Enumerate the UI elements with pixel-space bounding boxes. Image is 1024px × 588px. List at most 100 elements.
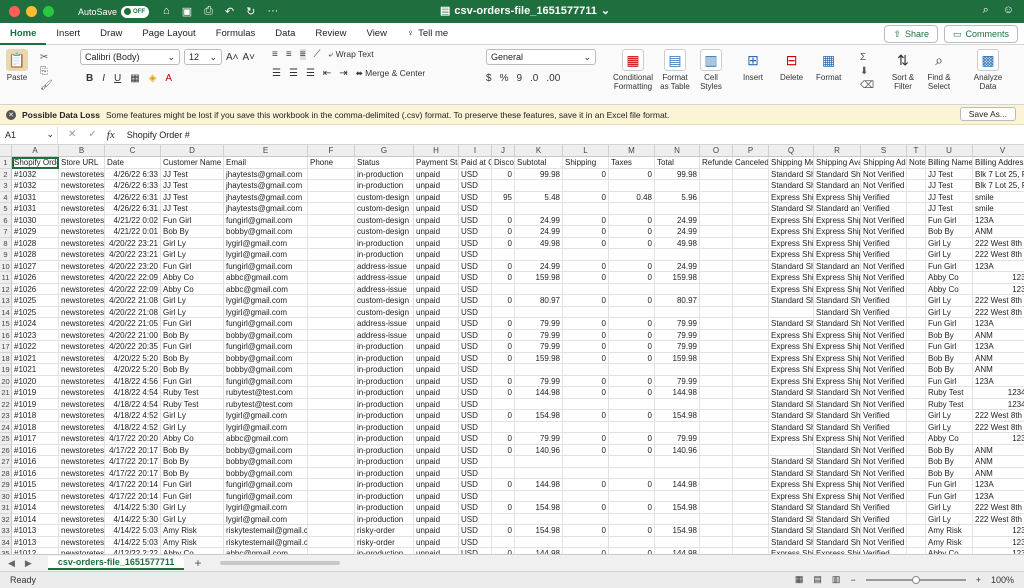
table-cell[interactable] bbox=[563, 180, 609, 192]
table-cell[interactable]: 0 bbox=[492, 237, 515, 249]
minimize-window-button[interactable] bbox=[26, 6, 37, 17]
table-cell[interactable] bbox=[308, 249, 355, 261]
table-cell[interactable]: 0 bbox=[609, 226, 655, 238]
table-cell[interactable]: Amy Risk bbox=[926, 525, 973, 537]
zoom-in-icon[interactable]: + bbox=[976, 575, 981, 585]
next-sheet-icon[interactable]: ▶ bbox=[25, 558, 32, 569]
table-cell[interactable]: 0 bbox=[609, 410, 655, 422]
table-cell[interactable]: #1031 bbox=[12, 191, 59, 203]
table-cell[interactable]: newstoretes bbox=[59, 341, 105, 353]
table-cell[interactable]: #1028 bbox=[12, 237, 59, 249]
table-cell[interactable]: Not Verified bbox=[861, 226, 907, 238]
table-cell[interactable]: 154.98 bbox=[655, 502, 700, 514]
table-cell[interactable]: in-production bbox=[355, 168, 414, 180]
table-cell[interactable]: newstoretes bbox=[59, 352, 105, 364]
table-cell[interactable]: Fun Girl bbox=[161, 214, 224, 226]
table-cell[interactable] bbox=[733, 433, 769, 445]
table-cell[interactable]: Standard Shi bbox=[769, 513, 814, 525]
table-cell[interactable]: in-production bbox=[355, 479, 414, 491]
table-cell[interactable]: Not Verified bbox=[861, 352, 907, 364]
table-cell[interactable]: risky-order bbox=[355, 525, 414, 537]
table-cell[interactable]: JJ Test bbox=[926, 191, 973, 203]
table-cell[interactable]: 159.98 bbox=[655, 272, 700, 284]
table-cell[interactable] bbox=[700, 168, 733, 180]
table-cell[interactable]: Verified bbox=[861, 306, 907, 318]
table-cell[interactable]: lygirl@gmail.com bbox=[224, 295, 308, 307]
table-cell[interactable] bbox=[700, 502, 733, 514]
table-cell[interactable]: Standard Shi bbox=[814, 387, 861, 399]
table-cell[interactable]: Not Verified bbox=[861, 168, 907, 180]
table-cell[interactable] bbox=[907, 341, 926, 353]
cut-icon[interactable]: ✂ bbox=[40, 51, 53, 65]
table-cell[interactable]: 79.99 bbox=[655, 433, 700, 445]
table-cell[interactable]: newstoretes bbox=[59, 283, 105, 295]
table-cell[interactable]: Abby Co bbox=[161, 272, 224, 284]
table-cell[interactable]: 0 bbox=[609, 295, 655, 307]
row-header[interactable]: 20 bbox=[0, 375, 12, 387]
table-cell[interactable]: newstoretes bbox=[59, 168, 105, 180]
table-cell[interactable]: 24.99 bbox=[515, 214, 563, 226]
table-cell[interactable]: USD bbox=[459, 168, 492, 180]
table-cell[interactable] bbox=[492, 513, 515, 525]
table-cell[interactable]: #1025 bbox=[12, 295, 59, 307]
more-icon[interactable]: ··· bbox=[267, 5, 278, 18]
row-header[interactable]: 32 bbox=[0, 513, 12, 525]
fill-icon[interactable]: ⬇ bbox=[860, 65, 874, 79]
row-header[interactable]: 6 bbox=[0, 214, 12, 226]
table-cell[interactable] bbox=[609, 364, 655, 376]
table-cell[interactable]: #1014 bbox=[12, 502, 59, 514]
table-cell[interactable]: 49.98 bbox=[515, 237, 563, 249]
table-cell[interactable]: Girl Ly bbox=[161, 502, 224, 514]
tab-data[interactable]: Data bbox=[265, 23, 305, 45]
table-cell[interactable]: Bob By bbox=[161, 226, 224, 238]
table-cell[interactable]: Girl Ly bbox=[161, 513, 224, 525]
table-cell[interactable]: 4/21/22 0:01 bbox=[105, 226, 161, 238]
table-cell[interactable] bbox=[308, 226, 355, 238]
table-cell[interactable]: #1027 bbox=[12, 260, 59, 272]
table-cell[interactable]: 222 West 8th bbox=[973, 410, 1024, 422]
table-cell[interactable]: 0 bbox=[609, 260, 655, 272]
table-cell[interactable]: Bob By bbox=[161, 352, 224, 364]
column-header-h[interactable]: H bbox=[414, 145, 459, 157]
table-cell[interactable] bbox=[907, 306, 926, 318]
table-cell[interactable]: bobby@gmail.com bbox=[224, 329, 308, 341]
table-cell[interactable] bbox=[700, 260, 733, 272]
table-cell[interactable]: lygirl@gmail.com bbox=[224, 237, 308, 249]
table-cell[interactable]: 0 bbox=[492, 318, 515, 330]
table-cell[interactable] bbox=[700, 283, 733, 295]
table-cell[interactable]: unpaid bbox=[414, 525, 459, 537]
orientation-icon[interactable]: ⟋ bbox=[314, 49, 321, 60]
column-title-cell[interactable]: Billing Name bbox=[926, 157, 973, 169]
table-cell[interactable]: 0 bbox=[492, 410, 515, 422]
table-cell[interactable]: 159.98 bbox=[515, 272, 563, 284]
table-cell[interactable]: 0 bbox=[492, 479, 515, 491]
shrink-font-icon[interactable]: A˅ bbox=[243, 49, 256, 65]
table-cell[interactable] bbox=[655, 203, 700, 215]
table-cell[interactable]: JJ Test bbox=[926, 180, 973, 192]
column-header-e[interactable]: E bbox=[224, 145, 308, 157]
table-cell[interactable] bbox=[700, 203, 733, 215]
table-cell[interactable]: USD bbox=[459, 272, 492, 284]
table-cell[interactable] bbox=[700, 410, 733, 422]
table-cell[interactable]: riskytestemail@gmail.com bbox=[224, 525, 308, 537]
table-cell[interactable]: unpaid bbox=[414, 456, 459, 468]
prev-sheet-icon[interactable]: ◀ bbox=[8, 558, 15, 569]
table-cell[interactable]: Fun Girl bbox=[926, 260, 973, 272]
column-header-g[interactable]: G bbox=[355, 145, 414, 157]
table-cell[interactable]: Girl Ly bbox=[926, 410, 973, 422]
table-cell[interactable]: Express Ship bbox=[769, 226, 814, 238]
table-cell[interactable]: 0 bbox=[609, 237, 655, 249]
table-cell[interactable]: Ruby Test bbox=[926, 387, 973, 399]
column-title-cell[interactable]: Status bbox=[355, 157, 414, 169]
row-header[interactable]: 1 bbox=[0, 157, 12, 169]
zoom-window-button[interactable] bbox=[43, 6, 54, 17]
table-cell[interactable] bbox=[907, 260, 926, 272]
table-cell[interactable] bbox=[655, 513, 700, 525]
table-cell[interactable]: newstoretes bbox=[59, 410, 105, 422]
table-cell[interactable]: 0 bbox=[563, 341, 609, 353]
table-cell[interactable]: 140.96 bbox=[655, 444, 700, 456]
table-cell[interactable]: 0 bbox=[563, 318, 609, 330]
table-cell[interactable]: 79.99 bbox=[655, 375, 700, 387]
table-cell[interactable]: Girl Ly bbox=[161, 306, 224, 318]
table-cell[interactable] bbox=[655, 180, 700, 192]
